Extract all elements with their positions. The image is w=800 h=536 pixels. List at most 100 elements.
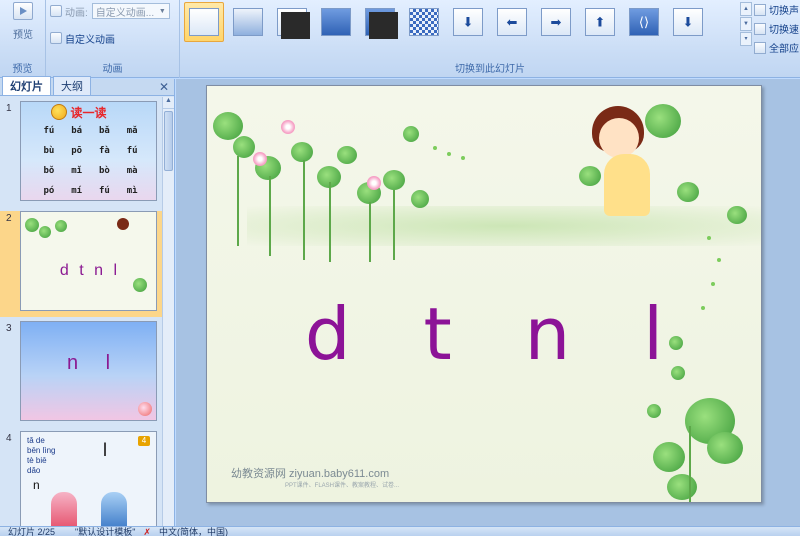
cut-black-icon [365, 8, 398, 39]
transition-wipe-up[interactable]: ⬆ [580, 2, 620, 42]
dissolve-icon [409, 8, 439, 36]
clover-icon [677, 182, 699, 202]
transition-wipe-left[interactable]: ⬅ [492, 2, 532, 42]
syllable: fú [43, 126, 55, 136]
play-preview-icon [13, 2, 33, 20]
transition-sound-label: 切换声 [769, 6, 799, 17]
clover-icon [647, 404, 661, 418]
slide-thumbnail-4[interactable]: 4 tǎ de bēn lìng tè biē dǎo l n 4 [0, 431, 163, 526]
animation-row: 动画: 自定义动画... ▼ [50, 2, 170, 20]
clover-icon [653, 442, 685, 472]
animation-label: 动画: [65, 7, 88, 19]
page-badge: 4 [138, 436, 150, 446]
transition-dissolve[interactable] [404, 2, 444, 42]
tab-slides[interactable]: 幻灯片 [2, 76, 51, 95]
syllable: bò [98, 166, 110, 176]
stem [303, 160, 305, 260]
slide-count: 幻灯片 2/25 [8, 526, 56, 536]
syllable: bǎ [98, 126, 110, 136]
slides-pane: 幻灯片 大纲 ✕ 1 读一读 fú bá bǎ mǎ bù pō fà fú b… [0, 76, 175, 526]
pinyin-line: tè biē [27, 456, 47, 465]
slide-thumbnail-2[interactable]: 2 d t n l [0, 211, 163, 317]
transition-sound-option[interactable]: 切换声 [754, 0, 800, 19]
slide-number: 3 [6, 323, 12, 334]
transition-fade-smooth[interactable] [228, 2, 268, 42]
spellcheck-error-icon[interactable]: ✗ [143, 527, 151, 536]
transition-cut-black[interactable] [360, 2, 400, 42]
slide-1-preview: 读一读 fú bá bǎ mǎ bù pō fà fú bǒ mǐ bò mà … [20, 101, 157, 201]
slide-footer-sub: PPT课件、FLASH课件、教案教程、试卷... [285, 483, 400, 489]
apply-all-option[interactable]: 全部应 [754, 38, 800, 57]
pane-tabs: 幻灯片 大纲 ✕ [0, 76, 174, 96]
transition-speed-option[interactable]: 切换速 [754, 19, 800, 38]
transition-fade-black[interactable] [272, 2, 312, 42]
slide-2-preview: d t n l [20, 211, 157, 311]
clover-icon [55, 220, 67, 232]
clover-icon [213, 112, 243, 140]
transition-split[interactable]: ⟨⟩ [624, 2, 664, 42]
clover-icon [383, 170, 405, 190]
syllable: fà [98, 146, 110, 156]
tab-outline[interactable]: 大纲 [53, 76, 91, 95]
transition-cut[interactable] [316, 2, 356, 42]
scroll-down-icon[interactable]: ▼ [740, 17, 752, 31]
custom-animation-button[interactable]: 自定义动画 [50, 29, 115, 47]
clover-icon [645, 104, 681, 138]
custom-animation-icon [50, 32, 62, 44]
scrollbar-thumb[interactable] [164, 111, 173, 171]
clover-icon [291, 142, 313, 162]
dot-decoration [433, 146, 437, 150]
stem [369, 202, 371, 262]
no-transition-icon [189, 8, 219, 36]
close-icon[interactable]: ✕ [159, 80, 169, 94]
transition-wipe-down[interactable]: ⬇ [448, 2, 488, 42]
push-down-icon: ⬇ [673, 8, 703, 36]
slide-3-preview: n l [20, 321, 157, 421]
slide-4-preview: tǎ de bēn lìng tè biē dǎo l n 4 [20, 431, 157, 526]
syllable: fú [98, 186, 110, 196]
pinyin-line: tǎ de [27, 436, 45, 445]
syllable: mǐ [71, 166, 83, 176]
dot-decoration [707, 236, 711, 240]
clover-icon [707, 432, 743, 464]
custom-animation-label: 自定义动画 [65, 34, 115, 46]
syllable: pō [71, 146, 83, 156]
scroll-up-icon[interactable]: ▲ [740, 2, 752, 16]
clover-icon [337, 146, 357, 164]
fade-smooth-icon [233, 8, 263, 36]
speed-icon [754, 22, 766, 35]
slide-2-letters: d t n l [59, 262, 118, 279]
wipe-down-icon: ⬇ [453, 8, 483, 36]
chevron-down-icon: ▼ [158, 7, 166, 15]
dot-decoration [447, 152, 451, 156]
wipe-up-icon: ⬆ [585, 8, 615, 36]
fade-black-icon [277, 8, 310, 39]
animation-select[interactable]: 自定义动画... ▼ [91, 3, 170, 19]
syllable: mǎ [126, 126, 138, 136]
green-wash-decoration [247, 206, 761, 246]
transition-push-down[interactable]: ⬇ [668, 2, 708, 42]
syllable: mì [126, 186, 138, 196]
girl-dress-icon [604, 154, 650, 216]
syllable: bǒ [43, 166, 55, 176]
gallery-more-icon[interactable]: ▾ [740, 32, 752, 46]
transition-none[interactable] [184, 2, 224, 42]
stem [237, 156, 239, 246]
slides-scrollbar[interactable]: ▲ [162, 97, 174, 526]
preview-button[interactable]: 预览 [6, 2, 40, 46]
gallery-scrollbar[interactable]: ▲ ▼ ▾ [740, 2, 752, 46]
ribbon: 预览 预览 动画: 自定义动画... ▼ 自定义动画 动画 ⬇ ⬅ ➡ ⬆ ⟨⟩… [0, 0, 800, 78]
current-slide[interactable]: d t n l 幼教资源网 ziyuan.baby611.com PPT课件、F… [206, 85, 762, 503]
pinyin-line: dǎo [27, 466, 41, 475]
slide-thumbnail-list: 1 读一读 fú bá bǎ mǎ bù pō fà fú bǒ mǐ bò m… [0, 97, 163, 526]
language[interactable]: 中文(简体，中国) [159, 527, 228, 536]
wipe-left-icon: ⬅ [497, 8, 527, 36]
flower-icon [253, 152, 267, 166]
transition-wipe-right[interactable]: ➡ [536, 2, 576, 42]
wipe-right-icon: ➡ [541, 8, 571, 36]
scroll-up-icon[interactable]: ▲ [163, 97, 174, 109]
slide-thumbnail-3[interactable]: 3 n l [0, 321, 163, 427]
slide-thumbnail-1[interactable]: 1 读一读 fú bá bǎ mǎ bù pō fà fú bǒ mǐ bò m… [0, 101, 163, 207]
girl-icon [117, 218, 129, 230]
clover-icon [133, 278, 147, 292]
